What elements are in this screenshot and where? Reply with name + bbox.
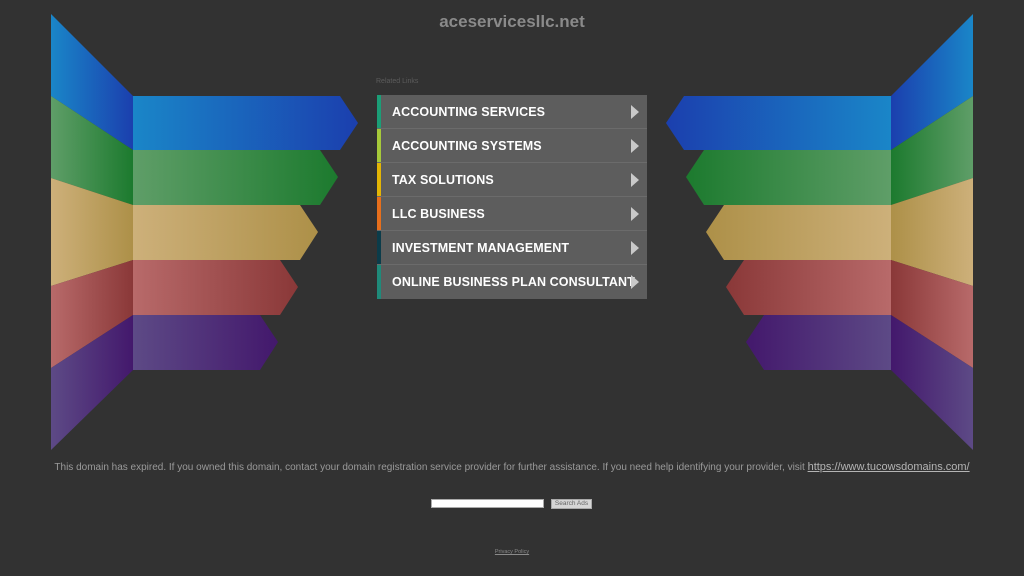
link-color-bar [377, 231, 381, 264]
arrow-right-icon [631, 105, 639, 119]
right-wing [666, 14, 973, 450]
link-accounting-services[interactable]: ACCOUNTING SERVICES [377, 95, 647, 129]
link-label: LLC BUSINESS [392, 207, 485, 221]
related-links-label: Related Links [376, 78, 419, 85]
link-label: TAX SOLUTIONS [392, 173, 494, 187]
link-label: INVESTMENT MANAGEMENT [392, 241, 570, 255]
link-color-bar [377, 95, 381, 128]
link-label: ACCOUNTING SYSTEMS [392, 139, 542, 153]
link-online-business-plan-consultant[interactable]: ONLINE BUSINESS PLAN CONSULTANT [377, 265, 647, 299]
link-label: ONLINE BUSINESS PLAN CONSULTANT [392, 275, 635, 289]
link-color-bar [377, 265, 381, 299]
arrow-right-icon [631, 275, 639, 289]
link-label: ACCOUNTING SERVICES [392, 105, 546, 119]
domain-expired-notice: This domain has expired. If you owned th… [0, 461, 1024, 473]
link-accounting-systems[interactable]: ACCOUNTING SYSTEMS [377, 129, 647, 163]
arrow-right-icon [631, 207, 639, 221]
privacy-policy-link[interactable]: Privacy Policy [0, 549, 1024, 555]
arrow-right-icon [631, 173, 639, 187]
link-investment-management[interactable]: INVESTMENT MANAGEMENT [377, 231, 647, 265]
related-links-list: ACCOUNTING SERVICES ACCOUNTING SYSTEMS T… [377, 95, 647, 299]
site-title: aceservicesllc.net [439, 12, 585, 31]
arrow-right-icon [631, 241, 639, 255]
search-input[interactable] [431, 499, 544, 508]
search-ads-button[interactable]: Search Ads [551, 499, 592, 509]
link-color-bar [377, 197, 381, 230]
arrow-right-icon [631, 139, 639, 153]
tucows-domains-link[interactable]: https://www.tucowsdomains.com/ [808, 461, 970, 473]
link-color-bar [377, 163, 381, 196]
link-color-bar [377, 129, 381, 162]
left-wing [51, 14, 358, 450]
expired-notice-text: This domain has expired. If you owned th… [54, 462, 805, 473]
link-tax-solutions[interactable]: TAX SOLUTIONS [377, 163, 647, 197]
link-llc-business[interactable]: LLC BUSINESS [377, 197, 647, 231]
